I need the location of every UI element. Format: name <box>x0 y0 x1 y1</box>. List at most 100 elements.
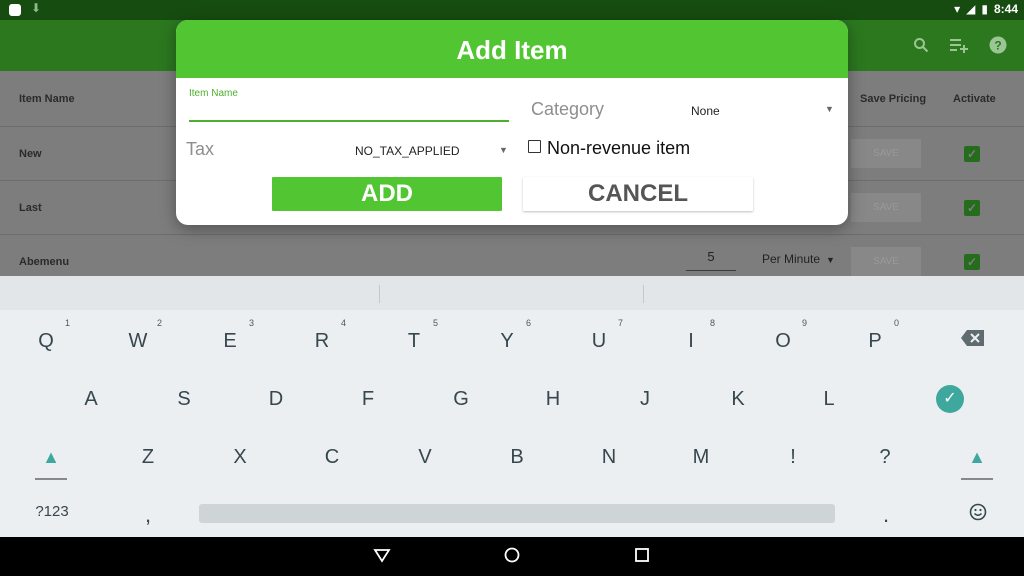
soft-keyboard: Q1 W2 E3 R4 T5 Y6 U7 I8 O9 P0 A S D F G … <box>0 276 1024 537</box>
period-key[interactable]: . <box>876 502 896 528</box>
key-exclamation[interactable]: ! <box>763 437 823 477</box>
key-o[interactable]: O9 <box>753 318 813 361</box>
key-c[interactable]: C <box>302 437 362 477</box>
chevron-down-icon[interactable]: ▼ <box>499 145 508 155</box>
key-e[interactable]: E3 <box>200 318 260 361</box>
key-u[interactable]: U7 <box>569 318 629 361</box>
done-check-icon[interactable]: ✓ <box>936 385 964 413</box>
item-name-underline <box>189 120 509 122</box>
key-g[interactable]: G <box>431 379 491 419</box>
key-label: O <box>775 330 791 352</box>
chevron-down-icon[interactable]: ▼ <box>825 104 834 114</box>
key-t[interactable]: T5 <box>384 318 444 361</box>
notification-icon <box>9 4 21 16</box>
shift-icon[interactable]: ▲ <box>21 437 81 477</box>
key-label: T <box>407 330 421 352</box>
signal-icon: ◢ <box>966 2 976 16</box>
symbols-key[interactable]: ?123 <box>22 503 82 520</box>
key-hint: 8 <box>709 318 715 328</box>
key-h[interactable]: H <box>523 379 583 419</box>
non-revenue-label[interactable]: Non-revenue item <box>547 138 690 159</box>
key-hint: 0 <box>893 318 899 328</box>
save-pricing-button[interactable]: SAVE <box>851 247 921 276</box>
key-label: P <box>868 330 882 352</box>
help-icon[interactable]: ? <box>987 34 1009 56</box>
key-b[interactable]: B <box>487 437 547 477</box>
home-icon[interactable] <box>503 546 521 569</box>
key-k[interactable]: K <box>708 379 768 419</box>
key-hint: 5 <box>432 318 438 328</box>
row-item-name: Last <box>19 202 42 214</box>
activate-checkbox[interactable]: ✓ <box>964 254 980 270</box>
navigation-bar <box>0 537 1024 576</box>
save-pricing-button[interactable]: SAVE <box>851 139 921 168</box>
key-hint: 2 <box>156 318 162 328</box>
header-item-name: Item Name <box>19 93 75 105</box>
comma-key[interactable]: , <box>138 502 158 528</box>
key-hint: 9 <box>801 318 807 328</box>
add-item-dialog: Add Item Item Name Category None ▼ Tax N… <box>176 20 848 225</box>
key-a[interactable]: A <box>61 379 121 419</box>
non-revenue-checkbox[interactable] <box>528 140 541 153</box>
space-bar[interactable] <box>199 504 835 523</box>
key-hint: 4 <box>340 318 346 328</box>
svg-text:?: ? <box>994 39 1001 53</box>
key-label: U <box>591 330 607 352</box>
key-s[interactable]: S <box>154 379 214 419</box>
key-j[interactable]: J <box>615 379 675 419</box>
key-label: Q <box>38 330 54 352</box>
key-n[interactable]: N <box>579 437 639 477</box>
key-l[interactable]: L <box>799 379 859 419</box>
search-icon[interactable] <box>910 34 932 56</box>
key-hint: 3 <box>248 318 254 328</box>
key-m[interactable]: M <box>671 437 731 477</box>
chevron-down-icon: ▼ <box>826 255 835 265</box>
key-z[interactable]: Z <box>118 437 178 477</box>
activate-checkbox[interactable]: ✓ <box>964 146 980 162</box>
key-label: Y <box>500 330 514 352</box>
suggestion-strip <box>0 276 1024 310</box>
status-time: 8:44 <box>993 2 1018 16</box>
key-hint: 6 <box>525 318 531 328</box>
key-x[interactable]: X <box>210 437 270 477</box>
key-hint: 7 <box>617 318 623 328</box>
key-y[interactable]: Y6 <box>477 318 537 361</box>
key-label: E <box>223 330 237 352</box>
save-pricing-button[interactable]: SAVE <box>851 193 921 222</box>
unit-select[interactable]: Per Minute ▼ <box>762 252 835 266</box>
key-p[interactable]: P0 <box>845 318 905 361</box>
key-question[interactable]: ? <box>855 437 915 477</box>
emoji-icon[interactable] <box>966 503 990 526</box>
activate-checkbox[interactable]: ✓ <box>964 200 980 216</box>
recents-icon[interactable] <box>633 546 651 569</box>
key-w[interactable]: W2 <box>108 318 168 361</box>
key-label: I <box>688 330 694 352</box>
key-q[interactable]: Q1 <box>16 318 76 361</box>
row-item-name: Abemenu <box>19 256 70 268</box>
backspace-icon[interactable] <box>960 329 986 347</box>
add-button[interactable]: ADD <box>272 177 502 211</box>
item-name-input[interactable] <box>189 100 509 120</box>
key-r[interactable]: R4 <box>292 318 352 361</box>
tax-select[interactable]: NO_TAX_APPLIED <box>355 144 459 158</box>
status-right: ▾ ◢ ▮ 8:44 <box>954 2 1018 16</box>
shift-icon[interactable]: ▲ <box>947 437 1007 477</box>
unit-value: Per Minute <box>762 252 821 266</box>
key-v[interactable]: V <box>395 437 455 477</box>
playlist-add-icon[interactable] <box>948 34 970 56</box>
battery-icon: ▮ <box>981 2 988 16</box>
quantity-input[interactable]: 5 <box>686 249 736 271</box>
tax-label: Tax <box>186 139 215 159</box>
cancel-button[interactable]: CANCEL <box>523 177 753 211</box>
key-d[interactable]: D <box>246 379 306 419</box>
key-label: R <box>314 330 330 352</box>
key-label: W <box>128 330 148 352</box>
shift-underline <box>35 478 67 480</box>
dialog-title: Add Item <box>176 20 848 78</box>
key-f[interactable]: F <box>338 379 398 419</box>
key-i[interactable]: I8 <box>661 318 721 361</box>
category-select[interactable]: None <box>691 104 720 118</box>
download-icon: ⬇ <box>31 1 42 15</box>
back-icon[interactable] <box>373 546 391 569</box>
suggestion-divider <box>379 285 380 303</box>
